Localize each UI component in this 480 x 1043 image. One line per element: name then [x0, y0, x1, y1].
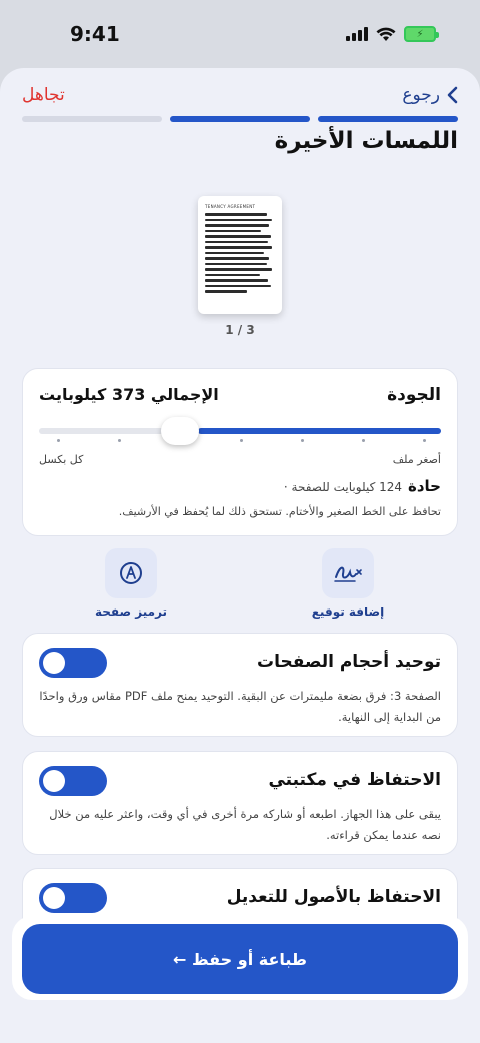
signature-icon-box: [322, 548, 374, 598]
top-nav: تجاهل رجوع: [22, 80, 458, 110]
status-time: 9:41: [70, 22, 120, 46]
quality-total-size: الإجمالي 373 كيلوبايت: [39, 385, 219, 404]
keep-originals-toggle[interactable]: [39, 883, 107, 913]
thumbnail-heading: TENANCY AGREEMENT: [205, 204, 256, 209]
print-or-save-button[interactable]: طباعة أو حفظ ←: [22, 924, 458, 994]
add-signature-label: إضافة توقيع: [311, 605, 385, 619]
status-bar: 9:41 ⚡: [0, 0, 480, 68]
status-icons: ⚡: [346, 26, 439, 42]
add-signature-button[interactable]: إضافة توقيع: [288, 548, 408, 619]
quality-label: الجودة: [387, 385, 441, 405]
signal-icon: [346, 27, 368, 41]
slider-max-label: كل بكسل: [39, 453, 84, 466]
keep-in-library-description: يبقى على هذا الجهاز. اطبعه أو شاركه مرة …: [49, 807, 441, 842]
page-code-button[interactable]: ترميز صفحة: [71, 548, 191, 619]
quality-slider-thumb[interactable]: [161, 417, 199, 445]
pen-icon-box: [105, 548, 157, 598]
chevron-left-icon: [447, 86, 458, 104]
pen-circle-icon: [120, 562, 142, 584]
quick-actions: إضافة توقيع ترميز صفحة: [0, 548, 480, 620]
quality-level: حادة 124 كيلوبايت للصفحة ·: [284, 477, 441, 495]
slider-tick: [362, 439, 365, 442]
progress-step-1: [318, 116, 458, 122]
thumbnail-text-lines: [205, 213, 275, 293]
slider-tick: [423, 439, 426, 442]
page-code-label: ترميز صفحة: [94, 605, 168, 619]
slider-tick: [240, 439, 243, 442]
slider-tick: [118, 439, 121, 442]
slider-tick: [57, 439, 60, 442]
progress-step-3: [22, 116, 162, 122]
document-thumbnail[interactable]: TENANCY AGREEMENT: [198, 196, 282, 314]
signature-icon: [334, 566, 362, 582]
quality-level-size: 124 كيلوبايت للصفحة ·: [283, 480, 402, 494]
keep-in-library-toggle[interactable]: [39, 766, 107, 796]
quality-level-name: حادة: [408, 477, 441, 495]
battery-icon: ⚡: [404, 26, 439, 42]
quality-slider-fill: [198, 428, 441, 434]
slider-min-label: أصغر ملف: [392, 453, 441, 466]
normalize-pages-description: الصفحة 3: فرق بضعة مليمترات عن البقية. ا…: [39, 689, 441, 724]
quality-card: الجودة الإجمالي 373 كيلوبايت أصغر ملف كل…: [22, 368, 458, 536]
page-title: اللمسات الأخيرة: [274, 128, 458, 154]
quality-level-description: تحافظ على الخط الصغير والأختام. تستحق ذل…: [118, 505, 441, 518]
slider-tick: [301, 439, 304, 442]
step-progress: [22, 116, 458, 122]
normalize-pages-title: توحيد أحجام الصفحات: [257, 652, 441, 672]
page-counter: 1 / 3: [225, 323, 255, 337]
keep-in-library-card: الاحتفاظ في مكتبتي يبقى على هذا الجهاز. …: [22, 751, 458, 855]
normalize-pages-toggle[interactable]: [39, 648, 107, 678]
finishing-sheet: تجاهل رجوع اللمسات الأخيرة TENANCY AGREE…: [0, 68, 480, 1043]
dismiss-button[interactable]: تجاهل: [22, 85, 65, 105]
keep-in-library-title: الاحتفاظ في مكتبتي: [268, 770, 441, 790]
normalize-pages-card: توحيد أحجام الصفحات الصفحة 3: فرق بضعة م…: [22, 633, 458, 737]
back-label: رجوع: [402, 85, 440, 105]
progress-step-2: [170, 116, 310, 122]
back-button[interactable]: رجوع: [402, 85, 458, 105]
keep-originals-title: الاحتفاظ بالأصول للتعديل: [226, 887, 441, 907]
wifi-icon: [376, 27, 396, 41]
